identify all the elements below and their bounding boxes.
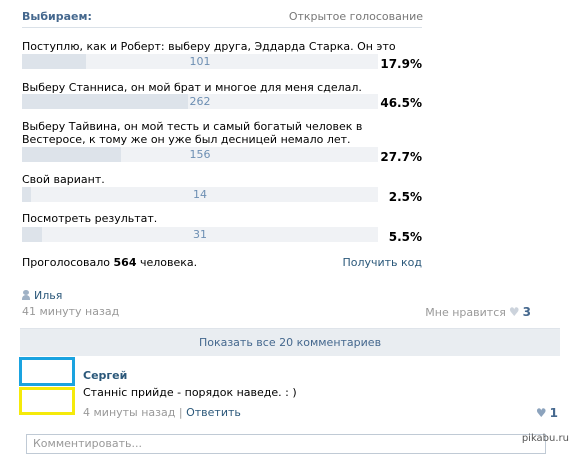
comment-like-button[interactable]: ♥ 1 <box>533 406 558 420</box>
poll-option-count: 31 <box>193 228 207 241</box>
heart-icon: ♥ <box>508 305 520 319</box>
comment-like-count: 1 <box>549 406 558 420</box>
poll-option-percent: 17.9% <box>380 57 422 71</box>
comment-avatar[interactable] <box>19 357 75 386</box>
like-label: Мне нравится <box>425 306 506 319</box>
poll-option-bar[interactable]: 156 <box>22 147 378 162</box>
poll-type: Открытое голосование <box>288 10 423 23</box>
poll-option-bar[interactable]: 14 <box>22 187 378 202</box>
poll-option-count: 14 <box>193 188 207 201</box>
post-time[interactable]: 41 минуту назад <box>22 305 119 318</box>
comment-input[interactable]: Комментировать... <box>26 434 546 454</box>
poll-option-text: Посмотреть результат. <box>22 212 158 225</box>
get-code-link[interactable]: Получить код <box>342 256 422 269</box>
poll-option-text: Выберу Станниса, он мой брат и многое дл… <box>22 81 362 94</box>
watermark: pikabu.ru <box>521 433 569 444</box>
like-count: 3 <box>522 305 531 319</box>
show-all-comments-button[interactable]: Показать все 20 комментариев <box>20 328 560 356</box>
comment-meta: 4 минуты назад | Ответить <box>83 406 241 419</box>
post-author-name[interactable]: Илья <box>34 289 62 302</box>
poll-option-count: 101 <box>189 55 211 68</box>
post-author[interactable]: Илья <box>22 289 62 302</box>
poll-option-percent: 5.5% <box>388 230 422 244</box>
post-like-button[interactable]: Мне нравится ♥ 3 <box>425 305 531 319</box>
poll-option-percent: 46.5% <box>380 96 422 110</box>
poll-option-percent: 2.5% <box>388 190 422 204</box>
poll-option-count: 156 <box>189 148 211 161</box>
poll-option-bar[interactable]: 31 <box>22 227 378 242</box>
poll-option-count: 262 <box>189 95 211 108</box>
poll-option-percent: 27.7% <box>380 150 422 164</box>
poll-option-text: Выберу Тайвина, он мой тесть и самый бог… <box>22 120 363 146</box>
reply-link[interactable]: Ответить <box>186 406 241 419</box>
poll-total-count: 564 <box>113 256 137 269</box>
comment-author[interactable]: Сергей <box>83 369 127 382</box>
comment-avatar-highlight <box>19 387 75 415</box>
heart-icon: ♥ <box>535 406 547 420</box>
poll-title: Выбираем: <box>22 10 92 23</box>
comment-text: Станніс прийде - порядок наведе. : ) <box>83 386 297 399</box>
poll-divider <box>22 27 422 28</box>
comment-meta-separator: | <box>178 406 183 419</box>
comment-time[interactable]: 4 минуты назад <box>83 406 175 419</box>
poll-total: Проголосовало 564 человека. <box>22 256 198 269</box>
poll-option-text: Свой вариант. <box>22 173 105 186</box>
user-icon <box>22 290 30 300</box>
poll-option-bar[interactable]: 262 <box>22 94 378 109</box>
poll-option-bar[interactable]: 101 <box>22 54 378 69</box>
